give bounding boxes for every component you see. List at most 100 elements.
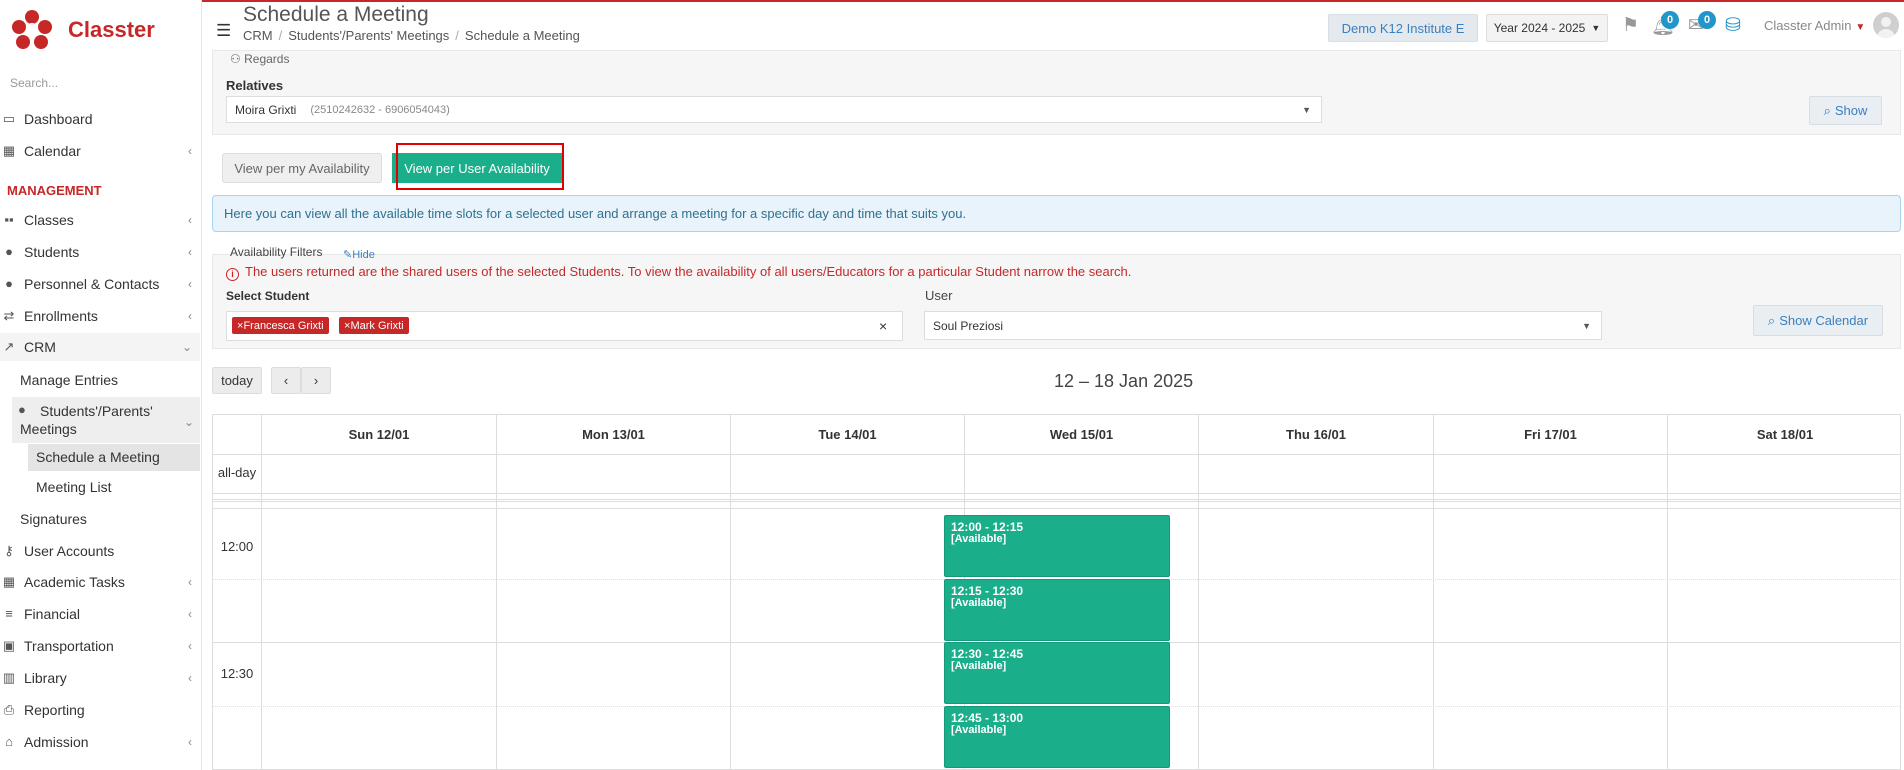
sidebar-item-user-accounts[interactable]: ⚷ User Accounts (0, 537, 200, 565)
year-label: Year 2024 - 2025 (1493, 21, 1586, 35)
show-calendar-button[interactable]: ⌕ Show Calendar (1753, 305, 1883, 336)
sidebar-item-library[interactable]: ▥ Library ‹ (0, 664, 200, 692)
avatar[interactable] (1873, 12, 1899, 38)
prev-week-button[interactable]: ‹ (271, 367, 301, 394)
show-button-label: Show (1834, 103, 1868, 118)
student-tag[interactable]: × Francesca Grixti (232, 317, 329, 334)
sidebar-item-label: Calendar (24, 143, 81, 159)
caret-down-icon: ▼ (1591, 23, 1601, 33)
day-header: Thu 16/01 (1198, 415, 1433, 454)
sidebar-item-meetings[interactable]: ● Students'/Parents' Meetings ⌄ (12, 397, 200, 443)
today-button[interactable]: today (212, 367, 262, 394)
sidebar-item-academic-tasks[interactable]: ▦ Academic Tasks ‹ (0, 568, 200, 596)
user-menu[interactable]: Classter Admin ▼ (1764, 18, 1865, 33)
info-alert: Here you can view all the available time… (212, 195, 1901, 232)
sidebar-item-dashboard[interactable]: ▭ Dashboard (0, 105, 200, 133)
sidebar-item-financial[interactable]: ≡ Financial ‹ (0, 600, 200, 628)
sidebar-item-label: Students'/Parents' Meetings (20, 403, 153, 437)
sidebar-item-label: Reporting (24, 702, 85, 718)
search-icon: ⌕ (1767, 312, 1776, 328)
regards-label: ⚇ Regards (230, 52, 290, 66)
chevron-left-icon: ‹ (188, 213, 192, 227)
year-dropdown[interactable]: Year 2024 - 2025 ▼ (1486, 14, 1608, 42)
sidebar-item-label: Schedule a Meeting (36, 449, 160, 465)
flag-icon[interactable]: ⚑ (1622, 14, 1639, 37)
app-name: Classter (68, 17, 155, 42)
chevron-left-icon: ‹ (188, 671, 192, 685)
logo[interactable]: Classter (12, 8, 155, 52)
monitor-icon: ▭ (2, 111, 16, 126)
relative-phones: (2510242632 - 6906054043) (310, 103, 450, 116)
menu-toggle-icon[interactable]: ☰ (216, 21, 231, 41)
filters-title: Availability Filters (230, 245, 323, 259)
sidebar-item-transportation[interactable]: ▣ Transportation ‹ (0, 632, 200, 660)
sidebar-item-crm[interactable]: ↗ CRM ⌄ (0, 333, 200, 361)
show-button[interactable]: ⌕ Show (1809, 96, 1882, 125)
clear-selection-icon[interactable]: × (879, 318, 887, 334)
sidebar-item-label: Library (24, 670, 67, 686)
tab-my-availability[interactable]: View per my Availability (222, 153, 382, 183)
available-slot[interactable]: 12:45 - 13:00 [Available] (944, 706, 1170, 768)
available-slot[interactable]: 12:15 - 12:30 [Available] (944, 579, 1170, 641)
sidebar-item-reporting[interactable]: ⎙ Reporting (0, 696, 200, 724)
user-name: Classter Admin (1764, 18, 1852, 33)
day-header: Mon 13/01 (496, 415, 730, 454)
info-circle-icon: i (226, 268, 239, 281)
sidebar-item-manage-entries[interactable]: Manage Entries (20, 372, 118, 388)
sidebar-item-enrollments[interactable]: ⇄ Enrollments ‹ (0, 302, 200, 330)
caret-down-icon: ▼ (1855, 22, 1866, 33)
sidebar: Classter Search... ▭ Dashboard ▦ Calenda… (0, 0, 202, 770)
sidebar-item-meeting-list[interactable]: Meeting List (36, 479, 111, 495)
sidebar-item-label: Dashboard (24, 111, 93, 127)
sidebar-item-admission[interactable]: ⌂ Admission ‹ (0, 728, 200, 756)
day-header: Tue 14/01 (730, 415, 964, 454)
search-icon: ⌕ (1823, 102, 1831, 118)
breadcrumb-crm[interactable]: CRM (243, 28, 273, 43)
section-management: MANAGEMENT (7, 183, 102, 198)
available-slot[interactable]: 12:30 - 12:45 [Available] (944, 642, 1170, 704)
next-week-button[interactable]: › (301, 367, 331, 394)
chevron-left-icon: ‹ (188, 639, 192, 653)
sidebar-item-label: Financial (24, 606, 81, 622)
chevron-down-icon: ⌄ (181, 340, 192, 354)
breadcrumb-meetings[interactable]: Students'/Parents' Meetings (288, 28, 449, 43)
student-tag[interactable]: × Mark Grixti (339, 317, 409, 334)
show-calendar-label: Show Calendar (1779, 313, 1869, 328)
day-header: Fri 17/01 (1433, 415, 1667, 454)
chevron-left-icon: ‹ (188, 575, 192, 589)
day-header: Wed 15/01 (964, 415, 1198, 454)
person-icon: ● (5, 276, 13, 291)
chevron-left-icon: ‹ (188, 607, 192, 621)
calendar-range: 12 – 18 Jan 2025 (1054, 371, 1194, 391)
sidebar-item-label: CRM (24, 339, 56, 355)
hide-filters-link[interactable]: ✎Hide (343, 248, 375, 261)
institute-button[interactable]: Demo K12 Institute E (1328, 14, 1478, 42)
calendar-grid: Sun 12/01 Mon 13/01 Tue 14/01 Wed 15/01 … (212, 414, 1901, 770)
user-select[interactable]: Soul Preziosi ▼ (924, 311, 1602, 340)
sidebar-item-label: Transportation (24, 638, 114, 654)
sidebar-item-label: Personnel & Contacts (24, 276, 160, 292)
sidebar-item-personnel[interactable]: ● Personnel & Contacts ‹ (0, 270, 200, 298)
available-slot[interactable]: 12:00 - 12:15 [Available] (944, 515, 1170, 577)
sidebar-item-label: Students (24, 244, 80, 260)
bus-icon: ▣ (2, 638, 16, 653)
sidebar-item-signatures[interactable]: Signatures (20, 511, 87, 527)
time-label: 12:30 (220, 666, 254, 681)
sidebar-search-input[interactable]: Search... (10, 76, 58, 90)
select-student-label: Select Student (226, 289, 310, 303)
sidebar-item-classes[interactable]: ▪▪ Classes ‹ (0, 206, 200, 234)
sidebar-item-schedule-meeting[interactable]: Schedule a Meeting (28, 444, 200, 471)
arrows-icon: ⇄ (3, 308, 15, 323)
caret-down-icon: ▼ (1582, 320, 1591, 331)
relatives-select[interactable]: Moira Grixti (2510242632 - 6906054043) ▼ (226, 96, 1322, 123)
layers-icon[interactable]: ⛁ (1725, 14, 1741, 37)
chevron-left-icon: ‹ (188, 735, 192, 749)
students-icon: ● (5, 244, 13, 259)
coins-icon: ≡ (5, 606, 13, 621)
filters-warning: i The users returned are the shared users… (226, 264, 1131, 281)
time-label: 12:00 (220, 539, 254, 554)
sidebar-item-calendar[interactable]: ▦ Calendar ‹ (0, 137, 200, 165)
sidebar-item-students[interactable]: ● Students ‹ (0, 238, 200, 266)
calendar-icon: ▦ (2, 143, 16, 158)
books-icon: ▥ (2, 670, 16, 685)
